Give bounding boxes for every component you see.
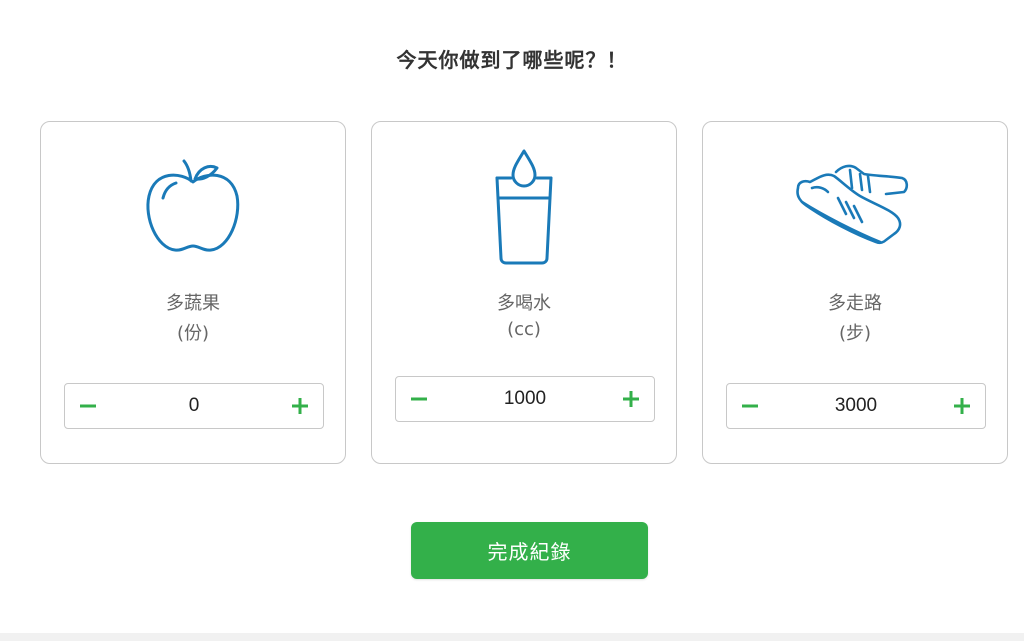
plus-icon — [954, 398, 970, 414]
decrement-button[interactable] — [396, 377, 442, 421]
card-label: 多走路 — [828, 293, 882, 314]
stepper-value[interactable]: 1000 — [442, 388, 608, 410]
card-unit: (步) — [838, 323, 872, 344]
page-title: 今天你做到了哪些呢？！ — [396, 48, 628, 72]
card-label: 多蔬果 — [166, 293, 220, 314]
minus-icon — [411, 397, 427, 401]
minus-icon — [742, 404, 758, 408]
increment-button[interactable] — [939, 384, 985, 428]
quantity-stepper: 0 — [64, 383, 324, 429]
increment-button[interactable] — [608, 377, 654, 421]
quantity-stepper: 1000 — [395, 376, 655, 422]
card-unit: (cc) — [507, 319, 541, 340]
card-walking: 多走路 (步) 3000 — [702, 121, 1008, 464]
card-fruits-vegetables: 多蔬果 (份) 0 — [40, 121, 346, 464]
footer-divider — [0, 633, 1024, 641]
water-glass-icon — [372, 148, 676, 266]
stepper-value[interactable]: 0 — [111, 395, 277, 417]
page: 今天你做到了哪些呢？！ 多蔬果 (份) 0 多喝水 (cc) 1000 多走路 … — [0, 0, 1024, 641]
apple-icon — [41, 156, 345, 256]
increment-button[interactable] — [277, 384, 323, 428]
plus-icon — [292, 398, 308, 414]
decrement-button[interactable] — [65, 384, 111, 428]
card-water: 多喝水 (cc) 1000 — [371, 121, 677, 464]
card-unit: (份) — [176, 323, 210, 344]
decrement-button[interactable] — [727, 384, 773, 428]
quantity-stepper: 3000 — [726, 383, 986, 429]
complete-record-button[interactable]: 完成紀錄 — [411, 522, 648, 579]
plus-icon — [623, 391, 639, 407]
minus-icon — [80, 404, 96, 408]
sneaker-icon — [703, 158, 1007, 250]
card-label: 多喝水 — [497, 293, 551, 314]
stepper-value[interactable]: 3000 — [773, 395, 939, 417]
